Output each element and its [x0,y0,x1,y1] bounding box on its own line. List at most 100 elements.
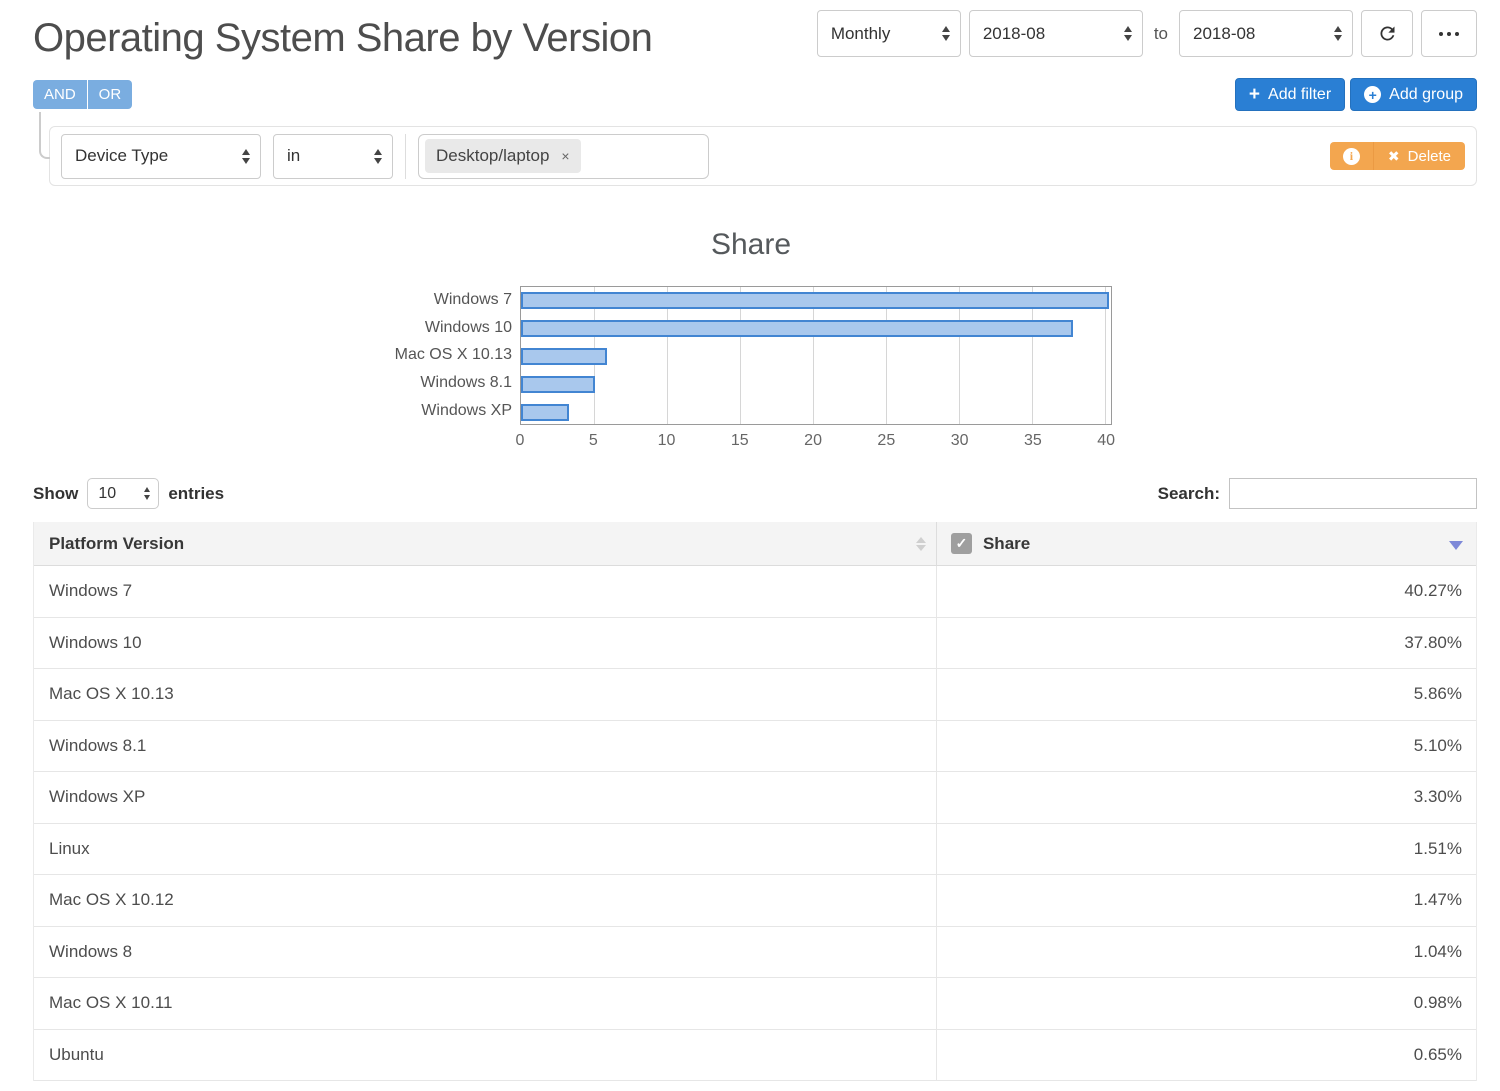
tag-remove-icon[interactable]: × [561,148,569,164]
x-tick-label: 40 [1097,432,1116,449]
chart-bar [521,292,1110,310]
table-row: Windows 7 40.27% [34,566,1476,618]
category-label: Windows 8.1 [420,374,512,392]
add-group-label: Add group [1389,85,1463,103]
filter-operator-select[interactable]: in [273,133,393,179]
filter-connector-line [39,112,50,159]
select-caret-icon [1334,26,1342,41]
x-tick-label: 15 [730,432,749,449]
table-row: Windows 8.1 5.10% [34,720,1476,772]
select-caret-icon [1123,26,1132,41]
table-row: Mac OS X 10.12 1.47% [34,875,1476,927]
x-tick-label: 35 [1023,432,1042,449]
table-row: Windows XP 3.30% [34,772,1476,824]
info-icon: i [1342,147,1360,165]
filter-row: Device Type in Desktop/laptop × i ✖ Dele… [49,126,1477,186]
filter-actions: + Add filter + Add group [1234,78,1477,111]
table-row: Ubuntu 0.65% [34,1029,1476,1081]
share-cell: 1.04% [935,926,1476,977]
page-size-select[interactable]: 10 [87,478,160,509]
delete-label: Delete [1407,147,1451,165]
filter-delete-button[interactable]: ✖ Delete [1373,142,1465,170]
x-tick-label: 25 [877,432,896,449]
table-header: Platform Version ✓ Share [34,522,1476,566]
table-row: Linux 1.51% [34,823,1476,875]
column-header-platform-version[interactable]: Platform Version [34,522,936,565]
date-to-select[interactable]: 2018-08 [1179,10,1353,57]
sort-both-icon [915,536,926,551]
chart-category-labels: Windows 7 Windows 10 Mac OS X 10.13 Windows… [390,286,520,425]
select-caret-icon [242,148,250,164]
bar-row [521,287,1111,315]
filter-divider [405,133,406,179]
date-from-value: 2018-08 [982,23,1046,43]
share-cell: 3.30% [935,772,1476,823]
filter-values-input[interactable]: Desktop/laptop × [418,133,709,179]
column-header-share[interactable]: ✓ Share [935,522,1476,565]
and-button[interactable]: AND [33,80,87,109]
platform-cell: Mac OS X 10.12 [49,890,174,910]
filter-tag: Desktop/laptop × [425,139,581,173]
platform-cell: Windows 8 [49,941,133,961]
platform-cell: Windows XP [49,787,146,807]
table-body: Windows 7 40.27% Windows 10 37.80% Mac OS X … [34,566,1476,1081]
platform-cell: Windows 7 [49,581,133,601]
category-label: Windows 7 [433,290,512,308]
more-options-button[interactable] [1421,10,1477,57]
chart-bar [521,403,570,421]
share-cell: 1.51% [935,823,1476,874]
platform-cell: Ubuntu [49,1044,104,1064]
chart-plot [520,286,1112,425]
date-toolbar: Monthly 2018-08 to 2018-08 [816,10,1477,57]
x-tick-label: 5 [588,432,598,449]
bar-row [521,343,1111,371]
more-icon [1439,31,1459,36]
share-cell: 0.65% [935,1029,1476,1080]
share-cell: 37.80% [935,617,1476,668]
bar-row [521,370,1111,398]
platform-version-header-label: Platform Version [49,533,185,553]
share-checkbox[interactable]: ✓ [950,533,972,554]
add-filter-button[interactable]: + Add filter [1234,78,1346,111]
share-cell: 5.86% [935,669,1476,720]
share-cell: 40.27% [935,566,1476,617]
search-label: Search: [1157,483,1220,503]
entries-label: entries [168,483,225,503]
search-input[interactable] [1229,478,1477,509]
category-label: Windows 10 [424,318,512,336]
platform-cell: Mac OS X 10.11 [49,993,173,1013]
period-select[interactable]: Monthly [816,10,961,57]
chart-bar [521,320,1074,338]
filter-row-actions: i ✖ Delete [1329,142,1465,170]
page-title: Operating System Share by Version [33,16,653,60]
filter-group: Device Type in Desktop/laptop × i ✖ Dele… [33,112,1477,186]
date-to-value: 2018-08 [1193,23,1256,43]
platform-cell: Linux [49,838,90,858]
chart-x-axis: 0 5 10 15 20 25 30 35 40 [516,432,1116,454]
platform-cell: Windows 8.1 [49,735,147,755]
add-filter-label: Add filter [1268,85,1332,103]
select-caret-icon [374,148,382,164]
and-or-toggle: AND OR [33,80,133,109]
x-tick-label: 30 [950,432,969,449]
filter-field-select[interactable]: Device Type [61,133,261,179]
show-label: Show [33,483,79,503]
share-cell: 5.10% [935,720,1476,771]
share-cell: 1.47% [935,875,1476,926]
add-group-button[interactable]: + Add group [1350,78,1477,111]
category-label: Mac OS X 10.13 [394,346,512,364]
chart-title: Share [710,228,792,261]
filter-info-button[interactable]: i [1329,142,1374,170]
x-tick-label: 10 [657,432,676,449]
or-button[interactable]: OR [86,80,133,109]
select-caret-icon [144,487,151,500]
platform-cell: Mac OS X 10.13 [49,684,174,704]
filter-field-value: Device Type [75,146,169,165]
top-bar: Operating System Share by Version Monthl… [33,0,1477,61]
filter-operator-value: in [287,146,301,165]
date-from-select[interactable]: 2018-08 [968,10,1143,57]
refresh-button[interactable] [1361,10,1413,57]
platform-share-table: Platform Version ✓ Share Windows 7 40.27%… [33,522,1477,1081]
plus-icon: + [1248,84,1261,105]
circle-plus-icon: + [1364,86,1382,103]
